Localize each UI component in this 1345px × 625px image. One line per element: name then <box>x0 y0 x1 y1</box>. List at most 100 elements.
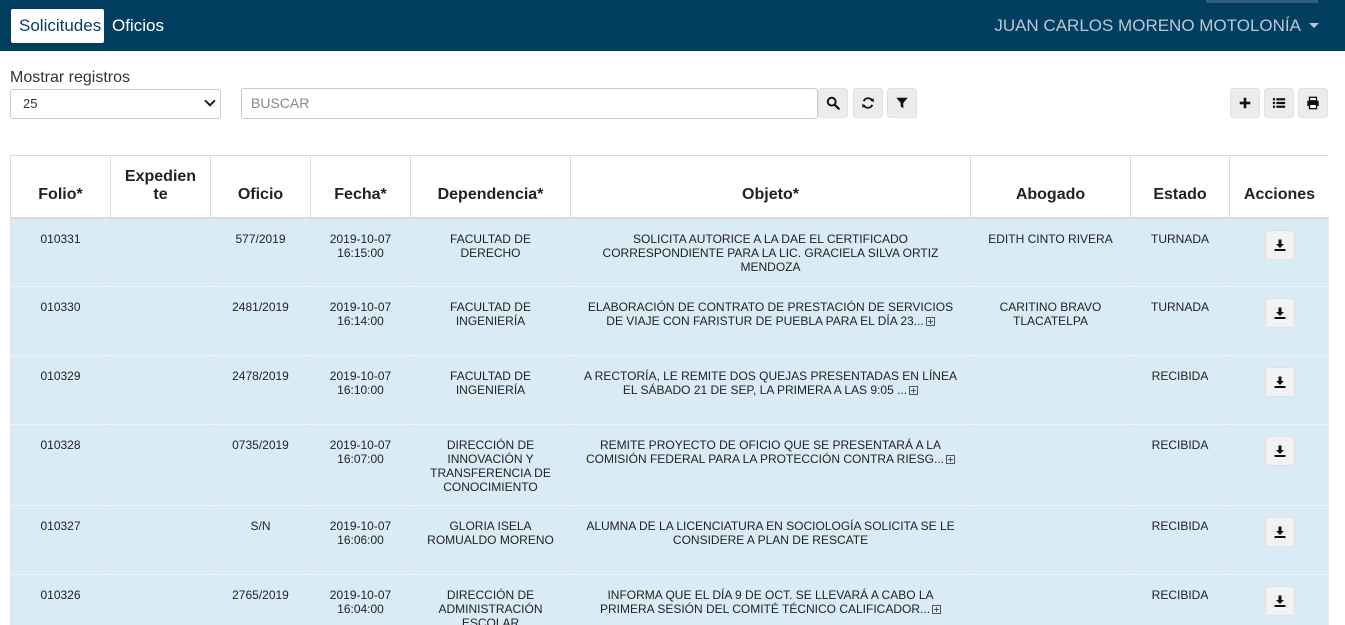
cell-oficio: 2478/2019 <box>210 355 311 425</box>
objeto-text: ALUMNA DE LA LICENCIATURA EN SOCIOLOGÍA … <box>586 519 955 547</box>
fecha-time: 16:14:00 <box>337 314 384 328</box>
fecha-time: 16:07:00 <box>337 452 384 466</box>
fecha-date: 2019-10-07 <box>329 438 392 452</box>
add-button[interactable] <box>1230 88 1260 118</box>
cell-expediente <box>110 505 211 575</box>
cell-folio: 010329 <box>10 355 111 425</box>
refresh-button[interactable] <box>853 88 883 118</box>
print-icon <box>1307 96 1319 110</box>
search-input[interactable]: BUSCAR <box>241 88 818 119</box>
table-row[interactable]: 010326 2765/2019 2019-10-07 16:04:00 DIRECCI… <box>10 574 1329 625</box>
objeto-text: INFORMA QUE EL DÍA 9 DE OCT. SE LLEVARÁ … <box>599 588 934 616</box>
cell-dependencia: GLORIA ISELA ROMUALDO MORENO <box>410 505 571 575</box>
cell-abogado <box>970 574 1131 625</box>
download-button[interactable] <box>1264 229 1295 260</box>
cell-expediente <box>110 424 211 506</box>
tab-oficios[interactable]: Oficios <box>104 9 172 43</box>
download-button[interactable] <box>1264 436 1295 466</box>
fecha-date: 2019-10-07 <box>329 519 392 533</box>
add-icon <box>1239 97 1251 109</box>
table-row[interactable]: 010330 2481/2019 2019-10-07 16:14:00 FACULTA… <box>10 286 1329 356</box>
cell-estado: RECIBIDA <box>1130 355 1230 425</box>
download-icon <box>1274 376 1285 388</box>
download-icon <box>1274 239 1285 251</box>
cell-abogado: EDITH CINTO RIVERA <box>970 217 1131 287</box>
filter-button[interactable] <box>887 88 917 118</box>
fecha-date: 2019-10-07 <box>329 369 392 383</box>
expand-icon[interactable] <box>946 455 956 465</box>
cell-abogado <box>970 505 1131 575</box>
cell-oficio: 2481/2019 <box>210 286 311 356</box>
list-icon <box>1272 98 1286 108</box>
download-icon <box>1274 307 1285 319</box>
download-button[interactable] <box>1264 298 1295 328</box>
cell-estado: RECIBIDA <box>1130 574 1230 625</box>
user-name: JUAN CARLOS MORENO MOTOLONÍA <box>994 16 1301 35</box>
cell-abogado <box>970 355 1131 425</box>
table-row[interactable]: 010328 0735/2019 2019-10-07 16:07:00 DIRECCI… <box>10 424 1329 506</box>
cell-oficio: 577/2019 <box>210 217 311 287</box>
print-button[interactable] <box>1298 88 1328 118</box>
user-menu[interactable]: JUAN CARLOS MORENO MOTOLONÍA <box>994 9 1319 43</box>
fecha-date: 2019-10-07 <box>329 588 392 602</box>
table-row[interactable]: 010331 577/2019 2019-10-07 16:15:00 FACULTAD… <box>10 217 1329 287</box>
caret-down-icon <box>1309 22 1319 28</box>
tab-solicitudes[interactable]: Solicitudes <box>11 9 104 43</box>
records-table: Folio* Expediente Oficio Fecha* Dependen… <box>10 155 1329 625</box>
download-button[interactable] <box>1264 517 1295 547</box>
cell-objeto: A RECTORÍA, LE REMITE DOS QUEJAS PRESENT… <box>570 355 971 425</box>
fecha-time: 16:10:00 <box>337 383 384 397</box>
expand-icon[interactable] <box>925 317 935 327</box>
cell-estado: RECIBIDA <box>1130 505 1230 575</box>
header-expediente[interactable]: Expediente <box>110 155 211 219</box>
header-folio[interactable]: Folio* <box>10 155 111 219</box>
cell-oficio: 0735/2019 <box>210 424 311 506</box>
list-view-button[interactable] <box>1264 88 1294 118</box>
cell-acciones <box>1229 217 1329 287</box>
download-button[interactable] <box>1264 586 1295 616</box>
cell-expediente <box>110 217 211 287</box>
cell-acciones <box>1229 505 1329 575</box>
objeto-text: SOLICITA AUTORICE A LA DAE EL CERTIFICAD… <box>602 231 939 274</box>
page-size-select[interactable]: 25 <box>10 89 221 119</box>
header-abogado[interactable]: Abogado <box>970 155 1131 219</box>
download-icon <box>1274 526 1285 538</box>
download-button[interactable] <box>1264 367 1295 397</box>
objeto-text: A RECTORÍA, LE REMITE DOS QUEJAS PRESENT… <box>584 369 957 397</box>
cell-fecha: 2019-10-07 16:07:00 <box>310 424 411 506</box>
download-icon <box>1274 595 1285 607</box>
cell-dependencia: FACULTAD DE DERECHO <box>410 217 571 287</box>
header-dependencia[interactable]: Dependencia* <box>410 155 571 219</box>
cell-objeto: INFORMA QUE EL DÍA 9 DE OCT. SE LLEVARÁ … <box>570 574 971 625</box>
fecha-time: 16:06:00 <box>337 533 384 547</box>
expand-icon[interactable] <box>909 386 919 396</box>
cell-objeto: REMITE PROYECTO DE OFICIO QUE SE PRESENT… <box>570 424 971 506</box>
cell-fecha: 2019-10-07 16:06:00 <box>310 505 411 575</box>
cell-dependencia: DIRECCIÓN DE INNOVACIÓN Y TRANSFERENCIA … <box>410 424 571 506</box>
expand-icon[interactable] <box>932 605 942 615</box>
header-objeto[interactable]: Objeto* <box>570 155 971 219</box>
header-estado[interactable]: Estado <box>1130 155 1230 219</box>
search-button[interactable] <box>818 88 848 118</box>
cell-fecha: 2019-10-07 16:14:00 <box>310 286 411 356</box>
header-oficio[interactable]: Oficio <box>210 155 311 219</box>
cell-estado: TURNADA <box>1130 286 1230 356</box>
cell-acciones <box>1229 286 1329 356</box>
cell-acciones <box>1229 424 1329 506</box>
cell-folio: 010326 <box>10 574 111 625</box>
fecha-date: 2019-10-07 <box>329 231 392 246</box>
search-icon <box>826 96 840 110</box>
fecha-date: 2019-10-07 <box>329 300 392 314</box>
table-header-row: Folio* Expediente Oficio Fecha* Dependen… <box>10 155 1329 219</box>
cell-fecha: 2019-10-07 16:04:00 <box>310 574 411 625</box>
objeto-text: REMITE PROYECTO DE OFICIO QUE SE PRESENT… <box>585 438 945 466</box>
filter-icon <box>896 97 908 109</box>
cell-dependencia: FACULTAD DE INGENIERÍA <box>410 355 571 425</box>
cell-folio: 010331 <box>10 217 111 287</box>
header-fecha[interactable]: Fecha* <box>310 155 411 219</box>
table-row[interactable]: 010329 2478/2019 2019-10-07 16:10:00 FACULTA… <box>10 355 1329 425</box>
cell-dependencia: DIRECCIÓN DE ADMINISTRACIÓN ESCOLAR <box>410 574 571 625</box>
cell-folio: 010328 <box>10 424 111 506</box>
table-row[interactable]: 010327 S/N 2019-10-07 16:06:00 GLORIA ISELA … <box>10 505 1329 575</box>
objeto-text: ELABORACIÓN DE CONTRATO DE PRESTACIÓN DE… <box>587 300 954 328</box>
